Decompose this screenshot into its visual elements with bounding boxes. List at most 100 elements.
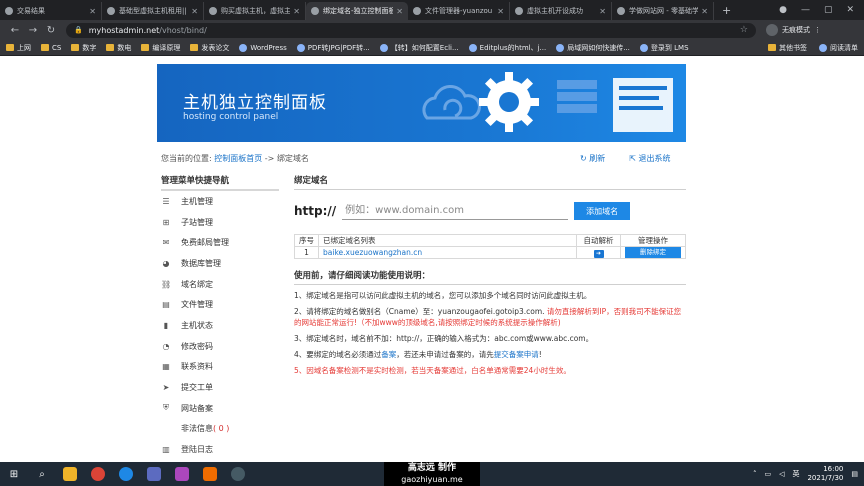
sidebar-item-password[interactable]: ◔ 修改密码 — [161, 336, 279, 357]
row-index: 1 — [294, 246, 319, 259]
browser-tab[interactable]: 交易结果 ✕ — [0, 2, 102, 20]
bookmark-item[interactable]: CS — [41, 44, 61, 52]
notification-icon[interactable]: ▤ — [851, 470, 858, 478]
bookmark-item[interactable]: WordPress — [239, 43, 287, 52]
new-tab-button[interactable]: + — [714, 2, 739, 20]
search-icon[interactable]: ⌕ — [28, 462, 56, 486]
domain-input[interactable] — [342, 202, 569, 220]
browser-tab[interactable]: 购买虚拟主机，虚拟主 ✕ — [204, 2, 306, 20]
shield-icon: ⛨ — [163, 403, 169, 413]
browser-tab[interactable]: 基础型虚拟主机租用|| ✕ — [102, 2, 204, 20]
record-icon[interactable]: ● — [779, 5, 787, 15]
close-icon[interactable]: ✕ — [599, 7, 606, 16]
instructions-title: 使用前，请仔细阅读功能使用说明： — [294, 269, 686, 285]
bookmarks-bar: 上网 CS 数字 数电 编译原理 发表论文 WordPress PDF转JPG|… — [0, 40, 864, 56]
bookmark-item[interactable]: Editplus的html、j... — [468, 43, 546, 53]
bookmark-item[interactable]: 发表论文 — [190, 43, 229, 53]
reload-icon[interactable]: ↻ — [42, 25, 60, 36]
breadcrumb-home-link[interactable]: 控制面板首页 — [214, 154, 262, 163]
app-icon[interactable] — [168, 462, 196, 486]
sidebar-item-ticket[interactable]: ➤ 提交工单 — [161, 377, 279, 398]
chevron-up-icon[interactable]: ˄ — [753, 470, 757, 478]
folder-icon — [141, 44, 150, 51]
folder-icon — [768, 44, 776, 51]
sidebar-item-icp[interactable]: ⛨ 网站备案 — [161, 398, 279, 419]
bookmark-item[interactable]: PDF转JPG|PDF转... — [296, 43, 370, 53]
volume-icon[interactable]: ◁ — [779, 470, 784, 478]
chrome-icon[interactable] — [84, 462, 112, 486]
url-bar[interactable]: 🔒 myhostadmin.net/vhost/bind/ ☆ — [66, 22, 756, 38]
top-links: ↻ 刷新 ⇱ 退出系统 — [580, 153, 671, 164]
pdf-icon — [296, 43, 305, 52]
delete-binding-button[interactable]: 删除绑定 — [625, 247, 681, 258]
tab-favicon-icon — [107, 7, 115, 15]
bookmark-item[interactable]: 上网 — [6, 43, 31, 53]
refresh-link[interactable]: ↻ 刷新 — [580, 153, 605, 164]
main-panel: 绑定域名 http:// 添加域名 序号 已绑定域名列表 自动解析 管理操作 1… — [294, 174, 686, 376]
bookmark-other[interactable]: 其他书签 — [768, 43, 807, 53]
forward-arrow-icon[interactable]: → — [24, 25, 42, 36]
link-icon: ⛓ — [161, 279, 172, 289]
sidebar-item-domain-bind[interactable]: ⛓ 域名绑定 — [161, 274, 279, 295]
breadcrumb: 您当前的位置: 控制面板首页 -> 绑定域名 — [161, 154, 309, 163]
icp-apply-link[interactable]: 提交备案申请 — [494, 350, 539, 359]
browser-tab-active[interactable]: 绑定域名-独立控制面板 ✕ — [306, 2, 408, 20]
icp-link[interactable]: 备案 — [381, 350, 396, 359]
menu-dots-icon[interactable]: ⋮ — [814, 26, 821, 34]
bookmark-star-icon[interactable]: ☆ — [740, 25, 748, 35]
sidebar-item-status[interactable]: ▮ 主机状态 — [161, 315, 279, 336]
banner-title: 主机独立控制面板 — [183, 93, 327, 113]
bookmark-item[interactable]: 登录到 LMS — [639, 43, 689, 53]
back-arrow-icon[interactable]: ← — [6, 25, 24, 36]
incognito-profile[interactable]: 无痕模式 ⋮ — [766, 24, 821, 36]
app-icon[interactable] — [140, 462, 168, 486]
instruction-5: 5、因域名备案检测不是实时检测，若当天备案通过，白名单通常需要24小时生效。 — [294, 366, 571, 375]
sidebar-item-database[interactable]: ◕ 数据库管理 — [161, 253, 279, 274]
incognito-icon — [766, 24, 778, 36]
file-explorer-icon[interactable] — [56, 462, 84, 486]
instruction-3: 3、绑定域名时，域名前不加：http://，正确的输入格式为：abc.com或w… — [294, 334, 594, 343]
close-icon[interactable]: ✕ — [191, 7, 198, 16]
bookmark-item[interactable]: 编译原理 — [141, 43, 180, 53]
clock-app-icon[interactable] — [224, 462, 252, 486]
sidebar-item-login-log[interactable]: ▥ 登陆日志 — [161, 439, 279, 460]
windows-start-icon[interactable]: ⊞ — [0, 462, 28, 486]
close-icon[interactable]: ✕ — [293, 7, 300, 16]
bookmark-item[interactable]: 数字 — [71, 43, 96, 53]
folder-icon — [71, 44, 80, 51]
logout-link[interactable]: ⇱ 退出系统 — [629, 153, 670, 164]
sidebar-item-host-management[interactable]: ☰ 主机管理 — [161, 191, 279, 212]
header-banner: 主机独立控制面板 hosting control panel — [157, 64, 686, 142]
browser-tab[interactable]: 文件管理器-yuanzou ✕ — [408, 2, 510, 20]
minimize-icon[interactable]: — — [801, 5, 810, 15]
sidebar-item-subsite[interactable]: ⊞ 子站管理 — [161, 212, 279, 233]
browser-tab[interactable]: 学做网站网 - 零基础学 ✕ — [612, 2, 714, 20]
close-icon[interactable]: ✕ — [89, 7, 96, 16]
browser-tab[interactable]: 虚拟主机开设成功 ✕ — [510, 2, 612, 20]
col-actions: 管理操作 — [620, 234, 686, 247]
close-icon[interactable]: ✕ — [497, 7, 504, 16]
edge-icon[interactable] — [112, 462, 140, 486]
maximize-icon[interactable]: ▢ — [824, 5, 833, 15]
log-icon: ▥ — [162, 445, 170, 455]
col-auto-resolve: 自动解析 — [576, 234, 621, 247]
bookmark-item[interactable]: 局域网如何快速传... — [556, 43, 630, 53]
network-icon[interactable]: ▭ — [764, 470, 771, 478]
sidebar-item-mail[interactable]: ✉ 免费邮局管理 — [161, 232, 279, 253]
sidebar-item-files[interactable]: ▤ 文件管理 — [161, 294, 279, 315]
window-close-icon[interactable]: ✕ — [846, 5, 854, 15]
input-language[interactable]: 英 — [792, 469, 799, 479]
reading-list[interactable]: 阅读清单 — [819, 43, 858, 53]
auto-resolve-icon[interactable]: ➜ — [593, 249, 604, 258]
close-icon[interactable]: ✕ — [701, 7, 708, 16]
sidebar-item-illegal-info[interactable]: 非法信息( 0 ) — [161, 419, 279, 440]
add-domain-button[interactable]: 添加域名 — [574, 202, 631, 220]
sidebar-item-contact[interactable]: ▦ 联系资料 — [161, 357, 279, 378]
tab-favicon-icon — [413, 7, 421, 15]
app-icon[interactable] — [196, 462, 224, 486]
bookmark-item[interactable]: 数电 — [106, 43, 131, 53]
bookmark-item[interactable]: 【转】如何配置Ecli... — [379, 43, 459, 53]
taskbar-clock[interactable]: 16:00 2021/7/30 — [807, 465, 843, 483]
close-icon[interactable]: ✕ — [396, 7, 403, 16]
bound-domain-link[interactable]: baike.xuezuowangzhan.cn — [323, 248, 422, 257]
